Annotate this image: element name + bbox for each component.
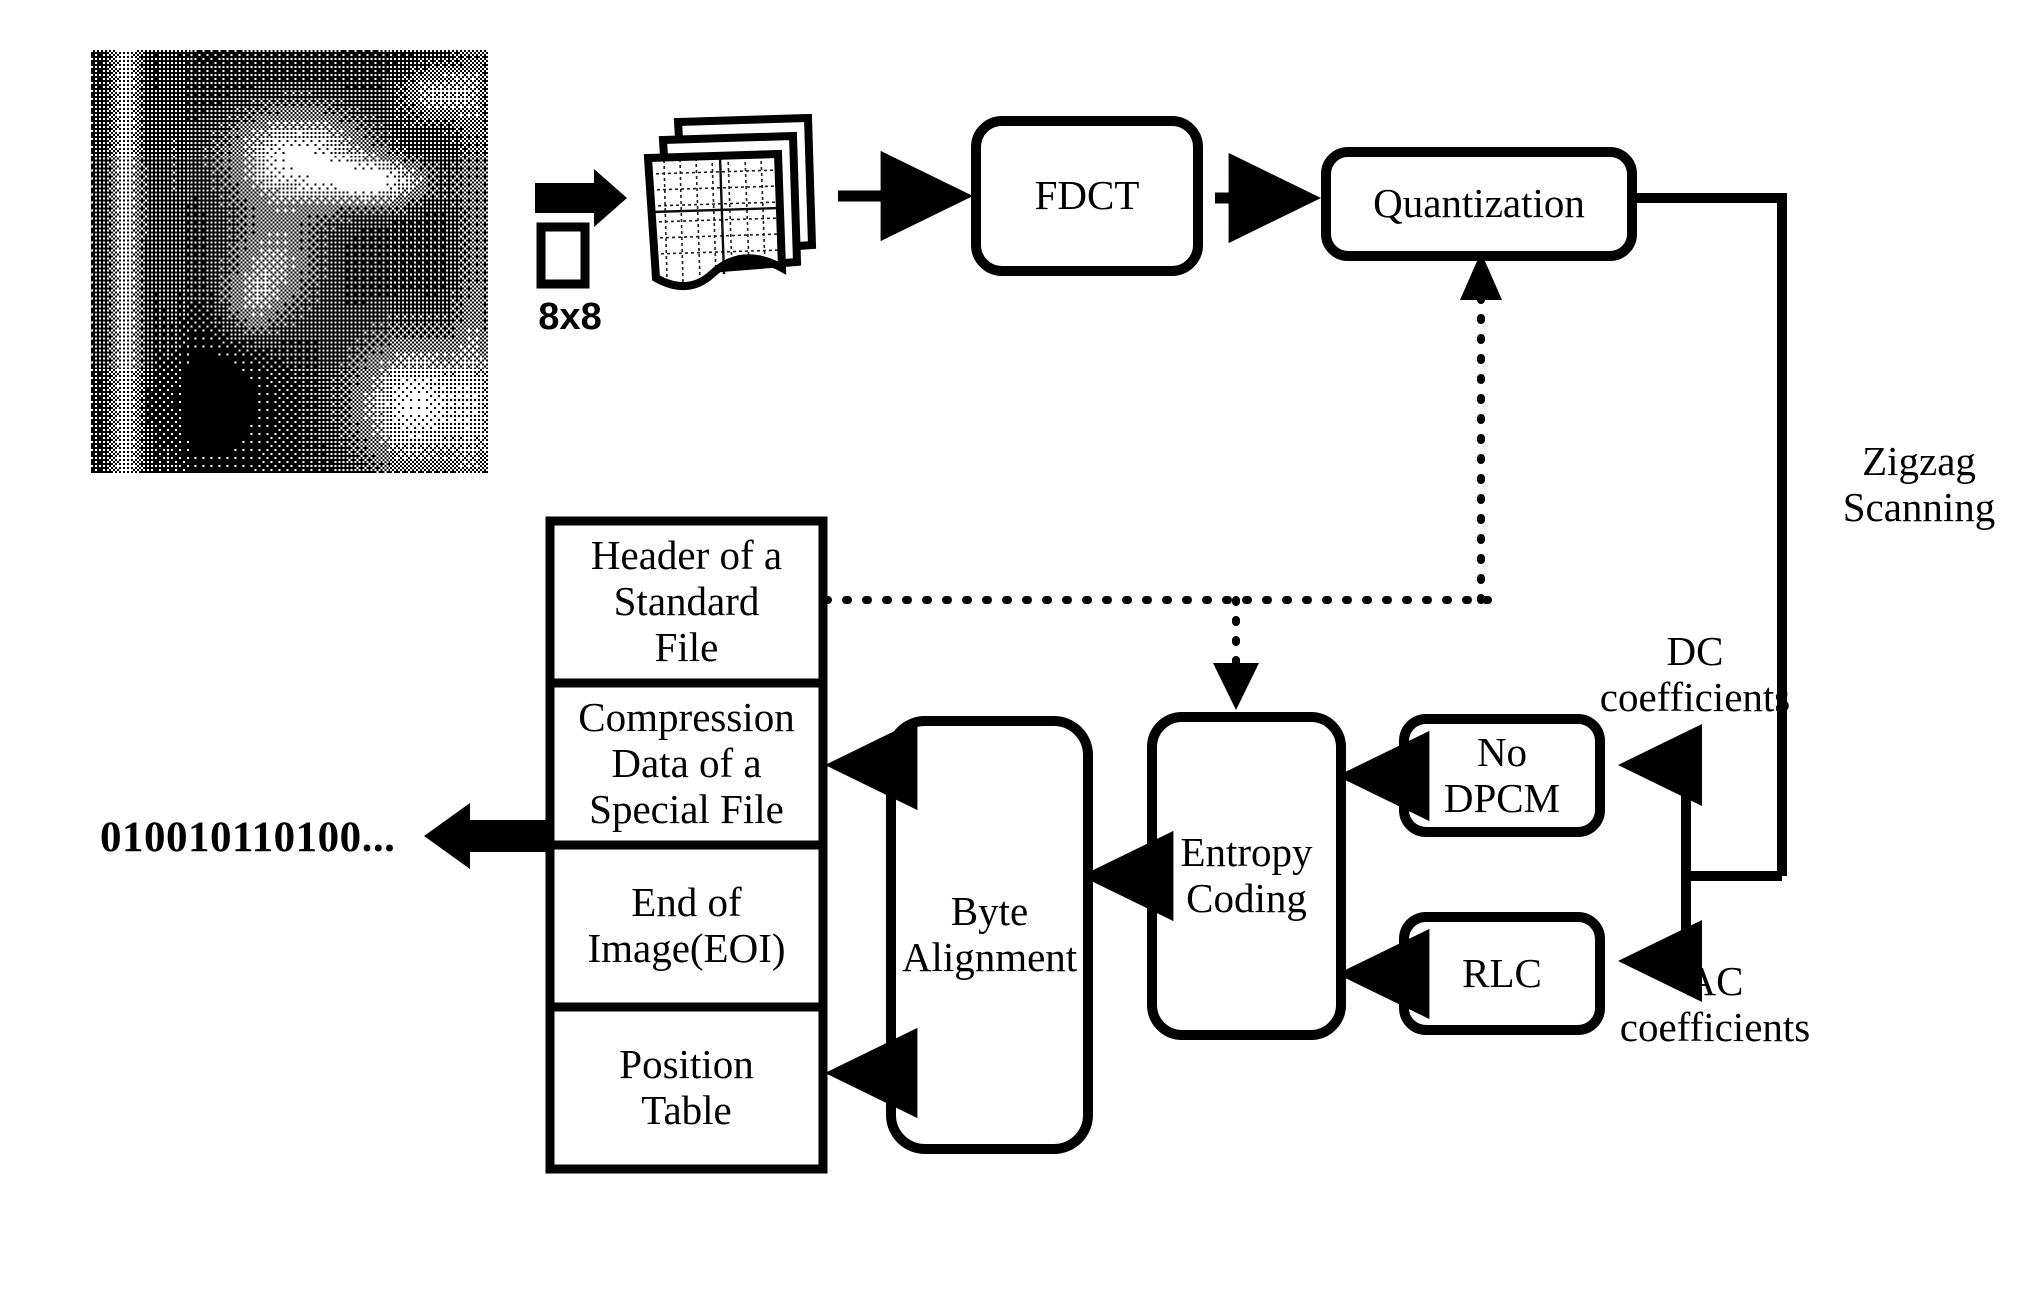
file-structure-box — [545, 516, 828, 1174]
block-fdct — [971, 116, 1203, 276]
block-stack-icon — [643, 113, 817, 291]
line-quantization-to-zigzag — [1632, 193, 1787, 876]
dotted-bus-header — [822, 596, 1493, 710]
single-8x8-block — [536, 222, 590, 289]
block-entropy-coding — [1147, 712, 1346, 1040]
dotted-bus-to-quantization — [1460, 252, 1502, 604]
block-rlc — [1399, 912, 1605, 1035]
coefficient-split-lines — [1618, 724, 1782, 1002]
block-byte-alignment — [886, 716, 1093, 1154]
block-quantization — [1321, 147, 1637, 261]
arrow-image-to-blocks — [535, 169, 627, 227]
arrow-file-to-bitstream — [424, 803, 548, 869]
output-bitstream-label: 010010110100... — [100, 813, 396, 861]
diagram-linework — [424, 113, 1787, 1174]
diagram-canvas: 8x8 FDCT Quantization No DPCM RLC Entrop… — [0, 0, 2040, 1291]
block-no-dpcm — [1399, 714, 1605, 837]
